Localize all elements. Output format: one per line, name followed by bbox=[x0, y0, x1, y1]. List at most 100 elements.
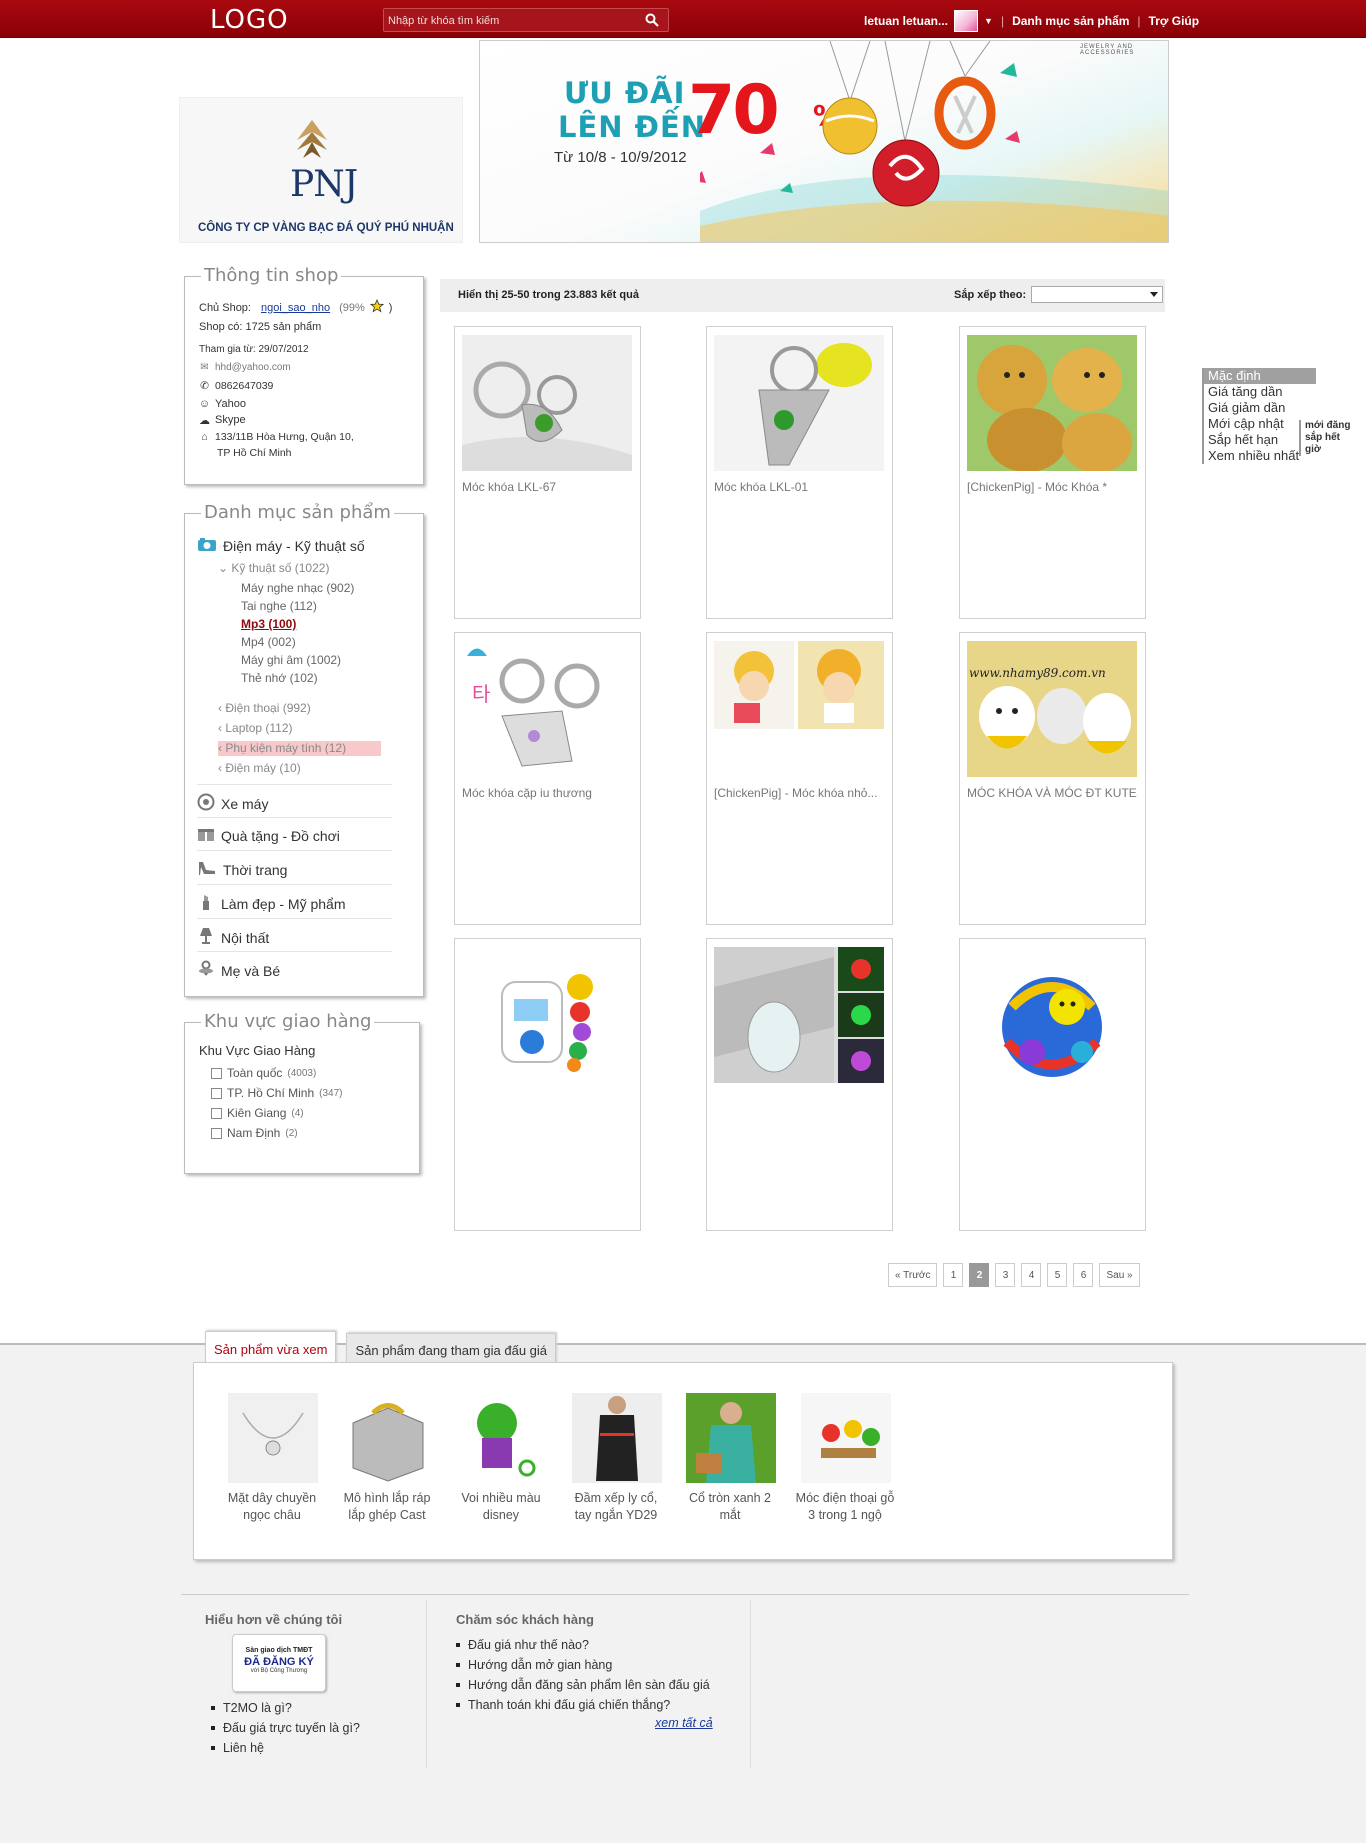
checkbox[interactable] bbox=[211, 1067, 222, 1079]
product-image[interactable] bbox=[967, 335, 1137, 471]
category-beauty[interactable]: Làm đẹp - Mỹ phẩm bbox=[197, 893, 346, 914]
sort-extra-item[interactable]: sắp hết giờ bbox=[1305, 432, 1352, 456]
sort-extra-item[interactable]: mới đăng bbox=[1305, 420, 1352, 432]
page-button[interactable]: 6 bbox=[1073, 1263, 1094, 1287]
promo-banner[interactable]: JEWELRY AND ACCESSORIES ƯU ĐÃI LÊN ĐẾN 7… bbox=[479, 40, 1169, 243]
category-furniture[interactable]: Nội thất bbox=[197, 927, 269, 948]
recent-image[interactable] bbox=[228, 1393, 318, 1483]
sub-item[interactable]: Máy ghi âm (1002) bbox=[241, 653, 341, 667]
product-card[interactable]: [ChickenPig] - Móc Khóa * bbox=[959, 326, 1146, 619]
page-button[interactable]: 1 bbox=[943, 1263, 964, 1287]
nav-categories-link[interactable]: Danh mục sản phẩm bbox=[1012, 14, 1129, 28]
site-logo[interactable]: LOGO bbox=[210, 5, 289, 35]
sibling-item[interactable]: ‹ Laptop (112) bbox=[218, 721, 293, 735]
recent-image[interactable] bbox=[343, 1393, 433, 1483]
sub-item-selected[interactable]: Mp3 (100) bbox=[241, 617, 296, 631]
recent-image[interactable] bbox=[457, 1393, 547, 1483]
registered-badge[interactable]: Sàn giao dịch TMĐT ĐÃ ĐĂNG KÝ với Bộ Côn… bbox=[232, 1634, 326, 1692]
product-image[interactable]: 타 bbox=[462, 641, 632, 777]
recent-name[interactable]: Voi nhiều màu disney bbox=[439, 1490, 563, 1524]
product-card[interactable] bbox=[959, 938, 1146, 1231]
checkbox[interactable] bbox=[211, 1107, 222, 1119]
search-input[interactable] bbox=[388, 12, 628, 29]
sub-item[interactable]: Máy nghe nhạc (902) bbox=[241, 581, 354, 595]
recent-name[interactable]: Mặt dây chuyền ngọc châu bbox=[210, 1490, 334, 1524]
email-text[interactable]: hhd@yahoo.com bbox=[215, 362, 291, 373]
skype-link[interactable]: Skype bbox=[215, 414, 246, 426]
product-card[interactable]: Móc khóa LKL-67 bbox=[454, 326, 641, 619]
product-card[interactable]: [ChickenPig] - Móc khóa nhỏ... bbox=[706, 632, 893, 925]
sibling-item[interactable]: ‹ Điện thoại (992) bbox=[218, 701, 311, 715]
category-electronics[interactable]: Điện máy - Kỹ thuật số bbox=[197, 537, 365, 555]
sub-item[interactable]: Thẻ nhớ (102) bbox=[241, 671, 318, 685]
search-icon[interactable] bbox=[640, 11, 664, 29]
recent-image[interactable] bbox=[572, 1393, 662, 1483]
product-name[interactable]: Móc khóa LKL-67 bbox=[462, 480, 634, 494]
recent-name[interactable]: Đầm xếp ly cổ, tay ngắn YD29 bbox=[554, 1490, 678, 1524]
sub-item[interactable]: Mp4 (002) bbox=[241, 635, 296, 649]
category-gifts[interactable]: Quà tặng - Đồ chơi bbox=[197, 826, 340, 845]
product-image[interactable] bbox=[714, 335, 884, 471]
product-image[interactable]: www.nhamy89.com.vn bbox=[967, 641, 1137, 777]
avatar[interactable] bbox=[954, 10, 979, 32]
page-button-current[interactable]: 2 bbox=[969, 1263, 990, 1287]
product-card[interactable] bbox=[454, 938, 641, 1231]
sort-option[interactable]: Giá tăng dần bbox=[1202, 384, 1352, 400]
next-page-button[interactable]: Sau » bbox=[1099, 1263, 1140, 1287]
page-button[interactable]: 4 bbox=[1021, 1263, 1042, 1287]
prev-page-button[interactable]: « Trước bbox=[888, 1263, 938, 1287]
recent-name[interactable]: Cổ tròn xanh 2 mắt bbox=[668, 1490, 792, 1524]
product-name[interactable]: Móc khóa cặp iu thương bbox=[462, 786, 634, 800]
sibling-item[interactable]: ‹ Điện máy (10) bbox=[218, 761, 301, 775]
product-image[interactable] bbox=[714, 947, 884, 1083]
area-option[interactable]: Toàn quốc (4003) bbox=[211, 1066, 316, 1080]
checkbox[interactable] bbox=[211, 1087, 222, 1099]
category-mother-baby[interactable]: Mẹ và Bé bbox=[197, 960, 280, 981]
product-name[interactable]: Móc khóa LKL-01 bbox=[714, 480, 886, 494]
sort-option-selected[interactable]: Mặc định bbox=[1202, 368, 1316, 384]
see-all-link[interactable]: xem tất cả bbox=[655, 1716, 713, 1730]
product-card[interactable]: 타 Móc khóa cặp iu thương bbox=[454, 632, 641, 925]
footer-link[interactable]: Thanh toán khi đấu giá chiến thắng? bbox=[456, 1698, 670, 1712]
recent-name[interactable]: Móc điện thoại gỗ 3 trong 1 ngộ bbox=[783, 1490, 907, 1524]
sub-group-digital[interactable]: ⌄ Kỹ thuật số (1022) bbox=[218, 561, 329, 575]
footer-link[interactable]: Đấu giá như thế nào? bbox=[456, 1638, 589, 1652]
chevron-down-icon[interactable]: ▼ bbox=[984, 16, 993, 26]
product-name[interactable]: MÓC KHÓA VÀ MÓC ĐT KUTE bbox=[967, 786, 1139, 800]
area-option[interactable]: Kiên Giang (4) bbox=[211, 1106, 304, 1120]
checkbox[interactable] bbox=[211, 1127, 222, 1139]
page-button[interactable]: 5 bbox=[1047, 1263, 1068, 1287]
footer-link[interactable]: Hướng dẫn mở gian hàng bbox=[456, 1658, 612, 1672]
sibling-item-highlighted[interactable]: ‹ Phụ kiện máy tính (12) bbox=[218, 741, 346, 755]
user-name[interactable]: letuan letuan... bbox=[864, 14, 948, 28]
product-image[interactable] bbox=[967, 947, 1137, 1083]
product-card[interactable]: www.nhamy89.com.vn MÓC KHÓA VÀ MÓC ĐT KU… bbox=[959, 632, 1146, 925]
product-name[interactable]: [ChickenPig] - Móc khóa nhỏ... bbox=[714, 786, 886, 800]
footer-link[interactable]: T2MO là gì? bbox=[211, 1701, 292, 1715]
footer-link[interactable]: Liên hệ bbox=[211, 1741, 264, 1755]
area-option[interactable]: Nam Định (2) bbox=[211, 1126, 298, 1140]
product-name[interactable]: [ChickenPig] - Móc Khóa * bbox=[967, 480, 1139, 494]
footer-link[interactable]: Đấu giá trực tuyến là gì? bbox=[211, 1721, 360, 1735]
category-motorbike[interactable]: Xe máy bbox=[197, 793, 268, 814]
page-button[interactable]: 3 bbox=[995, 1263, 1016, 1287]
product-image[interactable] bbox=[462, 947, 632, 1083]
sub-item[interactable]: Tai nghe (112) bbox=[241, 599, 317, 613]
sort-select[interactable] bbox=[1031, 286, 1163, 303]
product-card[interactable]: Móc khóa LKL-01 bbox=[706, 326, 893, 619]
sort-option[interactable]: Giá giảm dần bbox=[1202, 400, 1352, 416]
shop-logo-banner[interactable]: PNJ CÔNG TY CP VÀNG BẠC ĐÁ QUÝ PHÚ NHUẬN bbox=[179, 97, 463, 243]
product-image[interactable] bbox=[714, 641, 884, 777]
product-card[interactable] bbox=[706, 938, 893, 1231]
footer-link[interactable]: Hướng dẫn đăng sản phẩm lên sàn đấu giá bbox=[456, 1678, 710, 1692]
recent-name[interactable]: Mô hình lắp ráp lắp ghép Cast bbox=[325, 1490, 449, 1524]
yahoo-link[interactable]: Yahoo bbox=[215, 398, 246, 410]
area-option[interactable]: TP. Hồ Chí Minh (347) bbox=[211, 1086, 343, 1100]
owner-link[interactable]: ngoi_sao_nho bbox=[261, 302, 330, 314]
product-image[interactable] bbox=[462, 335, 632, 471]
category-fashion[interactable]: Thời trang bbox=[197, 860, 287, 879]
recent-image[interactable] bbox=[686, 1393, 776, 1483]
recent-image[interactable] bbox=[801, 1393, 891, 1483]
footer-column-divider bbox=[750, 1600, 751, 1768]
nav-help-link[interactable]: Trợ Giúp bbox=[1149, 14, 1200, 28]
